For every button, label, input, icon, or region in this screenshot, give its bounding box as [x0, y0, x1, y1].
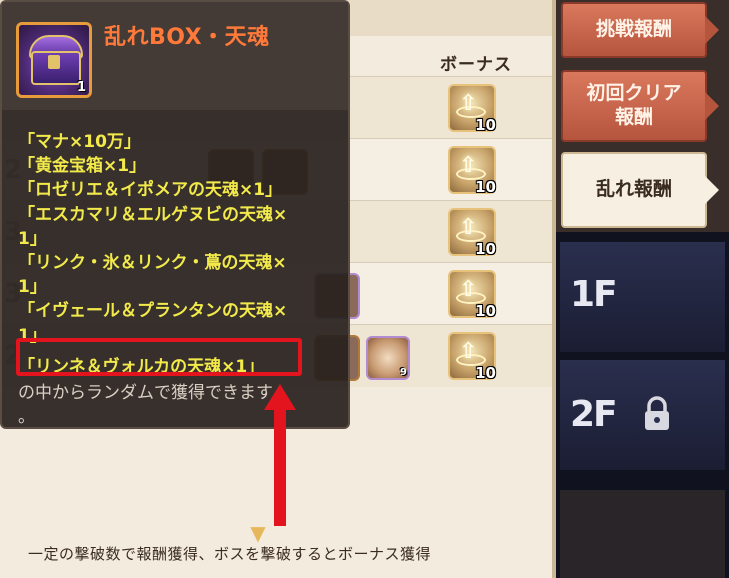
contents-line: 1」 [18, 277, 47, 298]
tooltip-title: 乱れBOX・天魂 [104, 25, 270, 50]
bonus-count: 10 [475, 240, 496, 258]
tab-first-clear-reward[interactable]: 初回クリア報酬 [561, 70, 719, 142]
bonus-count: 10 [475, 302, 496, 320]
bonus-item-icon[interactable]: ⇧ 10 [448, 270, 496, 320]
contents-line: 「エスカマリ＆エルゲヌビの天魂× [18, 204, 288, 225]
floor-list: 1F 2F [556, 232, 729, 578]
item-frame: 1 [16, 22, 92, 98]
contents-line: 1」 [18, 228, 47, 249]
tab-challenge-reward[interactable]: 挑戦報酬 [561, 2, 719, 58]
bonus-item-icon[interactable]: ⇧ 10 [448, 84, 496, 134]
contents-line: 「マナ×10万」 [18, 132, 141, 152]
item-count: 1 [76, 80, 86, 95]
contents-line: 「リンク・氷＆リンク・蔦の天魂× [18, 253, 287, 274]
lock-icon [645, 396, 669, 430]
bonus-arrow-icon: ⇧ [459, 215, 478, 240]
item-tooltip: 1 乱れBOX・天魂 「マナ×10万」 「黄金宝箱×1」 「ロゼリエ＆イポメアの… [0, 0, 350, 429]
bonus-arrow-icon: ⇧ [459, 339, 478, 364]
bonus-count: 10 [475, 364, 496, 382]
tab-random-reward[interactable]: 乱れ報酬 [561, 152, 719, 228]
contents-line: 「ロゼリエ＆イポメアの天魂×1」 [18, 180, 283, 201]
bonus-column-header: ボーナス [440, 55, 512, 75]
shell-item-icon[interactable]: 9 [366, 336, 410, 380]
floor-label: 1F [570, 274, 618, 315]
bonus-count: 10 [475, 178, 496, 196]
floor-2-card[interactable]: 2F [560, 360, 725, 470]
bonus-arrow-icon: ⇧ [459, 91, 478, 116]
contents-line: 「イヴェール＆プランタンの天魂× [18, 301, 288, 322]
bonus-count: 10 [475, 116, 496, 134]
bonus-item-icon[interactable]: ⇧ 10 [448, 332, 496, 382]
shell-item-count: 9 [400, 367, 407, 378]
chest-lock [48, 55, 60, 69]
tab-label: 挑戦報酬 [595, 18, 672, 41]
tab-label: 乱れ報酬 [595, 178, 672, 201]
floor-label: 2F [570, 394, 618, 435]
bonus-item-icon[interactable]: ⇧ 10 [448, 146, 496, 196]
annotation-up-arrow-icon [264, 384, 296, 526]
dimmed-area [560, 490, 725, 578]
bonus-arrow-icon: ⇧ [459, 153, 478, 178]
tab-label: 初回クリア報酬 [586, 82, 682, 128]
footer-note: 一定の撃破数で報酬獲得、ボスを撃破するとボーナス獲得 [28, 545, 432, 563]
highlight-box [16, 338, 302, 376]
bonus-arrow-icon: ⇧ [459, 277, 478, 302]
floor-1-card[interactable]: 1F [560, 242, 725, 352]
contents-line: 「黄金宝箱×1」 [18, 156, 147, 177]
bonus-item-icon[interactable]: ⇧ 10 [448, 208, 496, 258]
